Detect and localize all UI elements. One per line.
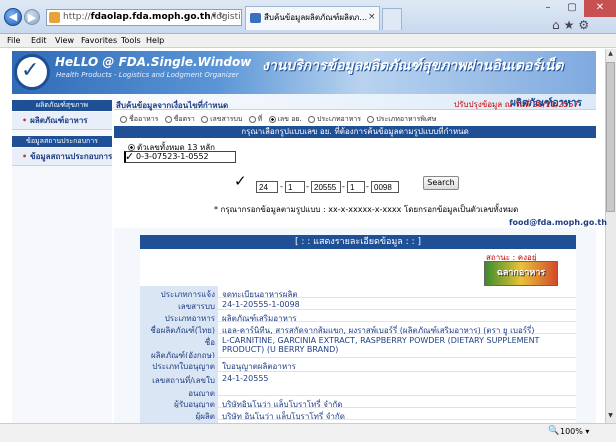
url-prefix: http:// xyxy=(63,12,91,22)
radio-label: ชื่ออาหาร xyxy=(129,115,159,123)
radio-special-food[interactable] xyxy=(367,115,375,123)
scroll-down-icon[interactable]: ▼ xyxy=(606,412,615,421)
row-key: ผู้รับอนุญาต xyxy=(140,396,218,409)
zoom-level[interactable]: 100% ▾ xyxy=(560,427,589,436)
minimize-button[interactable]: – xyxy=(536,0,560,17)
separator: - xyxy=(280,182,283,191)
banner-title-th: งานบริการข้อมูลผลิตภัณฑ์สุขภาพผ่านอินเตอ… xyxy=(262,58,564,74)
page-title: สืบค้นข้อมูลจากเงื่อนไขที่กำหนด xyxy=(116,101,229,110)
format-hint: * กรุณากรอกข้อมูลตามรูปแบบ : xx-x-xxxxx-… xyxy=(214,205,519,214)
fda-logo-mark-icon: ✓ xyxy=(234,172,247,190)
row-key: ประเภทอาหาร xyxy=(140,310,218,323)
refresh-icon[interactable]: ▾ ↻ xyxy=(212,11,225,20)
row-value: ผลิตภัณฑ์เสริมอาหาร xyxy=(222,314,297,323)
tab-favicon-icon xyxy=(250,13,261,23)
radio-label: ที่ xyxy=(257,115,263,123)
separator: - xyxy=(342,182,345,191)
brand-title: HeLLO @ FDA.Single.Window xyxy=(55,55,252,69)
zoom-icon: 🔍 xyxy=(548,426,560,436)
new-tab-button[interactable] xyxy=(382,8,402,30)
brand-subtitle: Health Products - Logistics and Lodgment… xyxy=(56,71,239,79)
radio-brand[interactable] xyxy=(164,115,172,123)
radio-food-name[interactable] xyxy=(120,115,127,123)
detail-table: ประเภทการแจ้ง จดทะเบียนอาหารผลิต เลขสารบบ… xyxy=(140,286,576,433)
row-value: แอล-คาร์นิทีน, สารสกัดจากส้มแขก, ผงราสพ์… xyxy=(222,326,535,335)
radio-label: ชื่อตรา xyxy=(173,115,195,123)
separator: - xyxy=(366,182,369,191)
zoom-dropdown-icon[interactable]: ▾ xyxy=(585,427,589,436)
row-value: L-CARNITINE, GARCINIA EXTRACT, RASPBERRY… xyxy=(222,336,540,354)
search-button[interactable]: Search xyxy=(423,176,459,190)
row-key: ประเภทการแจ้ง xyxy=(140,286,218,299)
sidebar-heading-establishment: ข้อมูลสถานประกอบการ xyxy=(12,136,112,147)
table-row: ประเภทอาหาร ผลิตภัณฑ์เสริมอาหาร xyxy=(140,310,576,323)
radio-food-type[interactable] xyxy=(307,115,315,123)
row-key: ชื่อผลิตภัณฑ์(อังกฤษ) xyxy=(140,334,218,360)
fda-mark-icon: ✓ xyxy=(125,150,135,163)
row-value: ใบอนุญาตผลิตอาหาร xyxy=(222,362,296,371)
fda-number-part-2[interactable] xyxy=(285,181,305,193)
menu-view[interactable]: View xyxy=(55,34,74,48)
fda-number-part-5[interactable] xyxy=(371,181,399,193)
sidebar-item-food-products[interactable]: ผลิตภัณฑ์อาหาร xyxy=(12,112,112,130)
fda-number-part-1[interactable] xyxy=(256,181,278,193)
status-bar xyxy=(0,423,616,442)
food-label-image[interactable]: ฉลากอาหาร xyxy=(484,261,558,286)
menu-tools[interactable]: Tools xyxy=(121,34,141,48)
update-date: ปรับปรุงข้อมูล ณ วันที่ 28/11/2557 xyxy=(454,100,579,109)
row-key: เลขสารบบ xyxy=(140,298,218,311)
url-domain: fdaolap.fda.moph.go.th xyxy=(90,12,211,22)
radio-label: เลข อย. xyxy=(277,115,302,123)
row-value: 24-1-20555 xyxy=(222,374,269,383)
table-row: เลขสถานที่/เลขใบอนุญาต 24-1-20555 xyxy=(140,372,576,398)
row-key: ผู้ผลิต xyxy=(140,408,218,421)
scroll-up-icon[interactable]: ▲ xyxy=(606,50,615,59)
menu-edit[interactable]: Edit xyxy=(31,34,47,48)
instruction-bar: กรุณาเลือกรูปแบบเลข อย. ที่ต้องการค้นข้อ… xyxy=(114,126,596,138)
table-row: ผู้รับอนุญาต บริษัทอินโนว่า แล็บโบราโทรี่… xyxy=(140,396,576,409)
table-row: ประเภทใบอนุญาต ใบอนุญาตผลิตอาหาร xyxy=(140,358,576,372)
row-value: บริษัทอินโนว่า แล็บโบราโทรี่ จำกัด xyxy=(222,400,343,409)
row-key: ชื่อผลิตภัณฑ์(ไทย) xyxy=(140,322,218,335)
sidebar-item-establishment[interactable]: ข้อมูลสถานประกอบการ xyxy=(12,148,112,166)
format-sample: 0-3-07523-1-0552 xyxy=(124,151,236,163)
row-value: จดทะเบียนอาหารผลิต xyxy=(222,290,298,299)
row-key: ประเภทใบอนุญาต xyxy=(140,358,218,371)
row-value: 24-1-20555-1-0098 xyxy=(222,300,300,309)
table-row: เลขสารบบ 24-1-20555-1-0098 xyxy=(140,298,576,311)
sidebar-heading-health: ผลิตภัณฑ์สุขภาพ xyxy=(12,100,112,111)
scroll-thumb[interactable] xyxy=(606,62,615,212)
radio-label: ประเภทอาหารพิเศษ xyxy=(376,115,437,123)
table-row: ประเภทการแจ้ง จดทะเบียนอาหารผลิต xyxy=(140,286,576,299)
zoom-value: 100% xyxy=(560,427,583,436)
radio-fda-number[interactable] xyxy=(268,115,276,123)
separator: - xyxy=(306,182,309,191)
forward-button[interactable]: ▶ xyxy=(24,9,40,25)
row-key: เลขสถานที่/เลขใบอนุญาต xyxy=(140,372,218,398)
browser-tab[interactable]: สืบค้นข้อมูลผลิตภัณฑ์ผลิตภ... xyxy=(245,6,380,30)
search-type-radios: ชื่ออาหาร ชื่อตรา เลขสารบบ ที่ เลข อย. ป… xyxy=(116,114,596,125)
fda-number-part-4[interactable] xyxy=(347,181,365,193)
detail-heading: [ : : แสดงรายละเอียดข้อมูล : : ] xyxy=(140,235,576,249)
radio-label: ประเภทอาหาร xyxy=(316,115,361,123)
radio-place[interactable] xyxy=(248,115,256,123)
menu-favorites[interactable]: Favorites xyxy=(81,34,117,48)
table-row: ชื่อผลิตภัณฑ์(อังกฤษ) L-CARNITINE, GARCIN… xyxy=(140,334,576,360)
table-row: ชื่อผลิตภัณฑ์(ไทย) แอล-คาร์นิทีน, สารสกัด… xyxy=(140,322,576,335)
home-favorites-settings-icons[interactable]: ⌂★⚙ xyxy=(552,18,593,32)
fda-number-part-3[interactable] xyxy=(311,181,341,193)
row-value: บริษัท อินโนว่า แล็บโบราโทรี่ จำกัด xyxy=(222,412,345,421)
menu-help[interactable]: Help xyxy=(146,34,164,48)
close-window-button[interactable]: ✕ xyxy=(584,0,616,17)
contact-email[interactable]: food@fda.moph.go.th xyxy=(509,218,607,227)
menu-file[interactable]: File xyxy=(7,34,20,48)
back-button[interactable]: ◀ xyxy=(4,8,22,26)
radio-registry[interactable] xyxy=(201,115,209,123)
table-row: ผู้ผลิต บริษัท อินโนว่า แล็บโบราโทรี่ จำก… xyxy=(140,408,576,421)
radio-label: เลขสารบบ xyxy=(210,115,243,123)
maximize-button[interactable]: ▢ xyxy=(560,0,584,17)
tab-close-icon[interactable]: × xyxy=(368,12,376,22)
logo-check-icon: ✓ xyxy=(21,58,40,83)
site-favicon-icon xyxy=(49,12,60,23)
